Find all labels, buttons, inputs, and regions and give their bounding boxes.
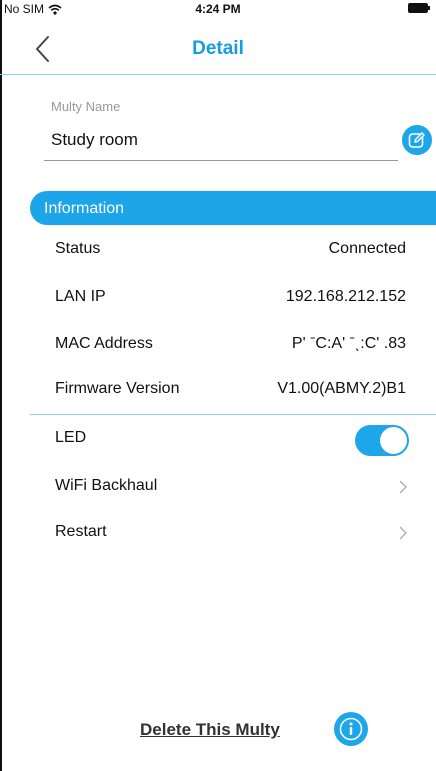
nav-bar: Detail bbox=[0, 18, 436, 75]
info-row-firmware-version: Firmware Version V1.00(ABMY.2)B1 bbox=[55, 380, 406, 404]
information-header: Information bbox=[30, 191, 436, 225]
toggle-knob bbox=[380, 427, 407, 454]
battery-icon bbox=[408, 3, 430, 13]
setting-row-restart[interactable]: Restart bbox=[55, 519, 408, 547]
info-value: P' ˉC:A' ˉˎ:C' .83 bbox=[291, 335, 406, 352]
chevron-right-icon bbox=[399, 480, 407, 494]
info-value: V1.00(ABMY.2)B1 bbox=[277, 380, 406, 397]
status-bar: No SIM 4:24 PM bbox=[0, 0, 436, 18]
info-button[interactable] bbox=[334, 712, 368, 746]
info-value: 192.168.212.152 bbox=[285, 288, 406, 305]
setting-label: LED bbox=[55, 429, 87, 446]
status-time: 4:24 PM bbox=[195, 2, 241, 16]
info-icon bbox=[339, 717, 363, 741]
edit-icon bbox=[408, 132, 425, 148]
setting-label: Restart bbox=[55, 523, 107, 540]
info-value: Connected bbox=[328, 240, 406, 257]
name-field-label: Multy Name bbox=[51, 99, 121, 114]
information-header-label: Information bbox=[44, 200, 125, 217]
page-title: Detail bbox=[192, 38, 244, 59]
delete-multy-link[interactable]: Delete This Multy bbox=[140, 720, 280, 740]
info-label: LAN IP bbox=[55, 288, 106, 305]
info-row-lan-ip: LAN IP 192.168.212.152 bbox=[55, 288, 406, 312]
info-row-mac-address: MAC Address P' ˉC:A' ˉˎ:C' .83 bbox=[55, 335, 406, 359]
info-label: MAC Address bbox=[55, 335, 153, 352]
section-divider bbox=[30, 414, 436, 415]
setting-row-wifi-backhaul[interactable]: WiFi Backhaul bbox=[55, 473, 408, 501]
setting-label: WiFi Backhaul bbox=[55, 477, 158, 494]
edit-name-button[interactable] bbox=[402, 125, 432, 155]
name-input[interactable]: Study room bbox=[51, 130, 391, 150]
chevron-right-icon bbox=[399, 526, 407, 540]
led-toggle[interactable] bbox=[355, 425, 409, 456]
info-row-status: Status Connected bbox=[55, 240, 406, 264]
info-label: Status bbox=[55, 240, 101, 257]
info-label: Firmware Version bbox=[55, 380, 180, 397]
name-underline bbox=[44, 160, 398, 161]
